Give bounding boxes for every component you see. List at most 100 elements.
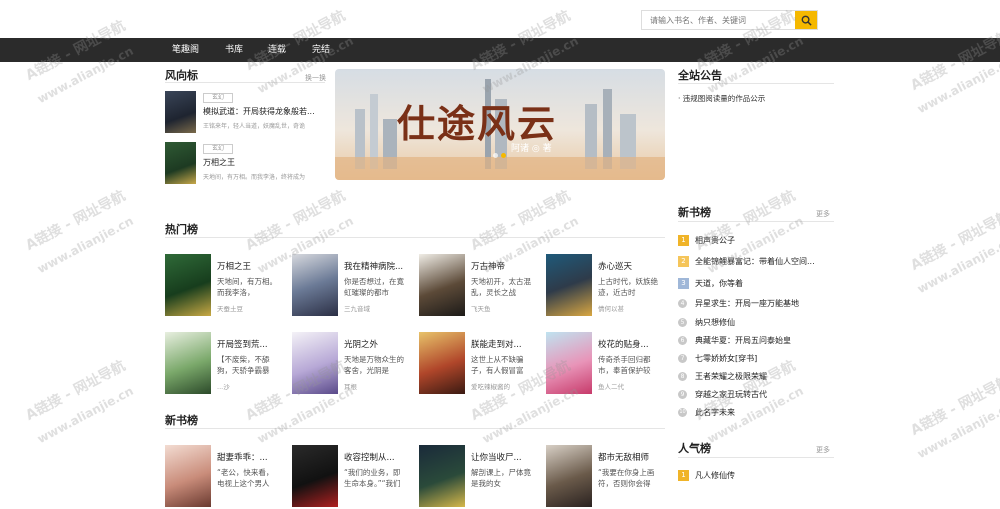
book-title[interactable]: 收容控制从... xyxy=(344,451,416,463)
new-book[interactable]: 都市无敌相师 “我要在你身上画符，否则你会得 xyxy=(546,445,671,509)
book-title[interactable]: 万古神帝 xyxy=(471,260,543,272)
book-cover[interactable] xyxy=(546,445,592,507)
book-author[interactable]: 耳根 xyxy=(344,381,357,391)
fengxiang-item[interactable]: 玄幻 模拟武道：开局获得龙象般若... 王铭来年，轻人当道，妖魔乱世，奇诡 xyxy=(165,91,325,135)
hot-book[interactable]: 朕能走到对... 这世上从不缺骗子，有人假冒富 爱吃辣椒酱的 xyxy=(419,332,544,396)
book-cover[interactable] xyxy=(546,254,592,316)
rank-title[interactable]: 王者荣耀之极限荣耀 xyxy=(695,371,833,382)
rank-title[interactable]: 七零娇娇女[穿书] xyxy=(695,353,833,364)
book-author[interactable]: 天蚕土豆 xyxy=(217,303,243,313)
top-header xyxy=(0,0,1000,38)
featured-banner[interactable]: 仕途风云 阿诸 ◎ 著 xyxy=(335,69,665,180)
search-button[interactable] xyxy=(795,11,817,29)
hot-title: 热门榜 xyxy=(165,223,198,236)
rank-item[interactable]: 9 穿越之家丑玩转古代 xyxy=(678,387,833,401)
book-author[interactable]: 三九音域 xyxy=(344,303,370,313)
watermark-text: A链接 - 网址导航 xyxy=(23,357,129,424)
book-cover[interactable] xyxy=(292,332,338,394)
nav-item-home[interactable]: 笔趣阁 xyxy=(172,38,199,62)
new-book[interactable]: 收容控制从... “我们的业务，即生命本身。”“我们 xyxy=(292,445,417,509)
rank-title[interactable]: 凡人修仙传 xyxy=(695,470,833,481)
hot-book[interactable]: 万古神帝 天地初开，太古混乱，灵长之战 飞天鱼 xyxy=(419,254,544,318)
watermark-text: A链接 - 网址导航 xyxy=(908,207,1000,274)
nav-item-library[interactable]: 书库 xyxy=(225,38,243,62)
book-author[interactable]: ...沙 xyxy=(217,381,230,391)
book-cover[interactable] xyxy=(419,445,465,507)
rank-item[interactable]: 7 七零娇娇女[穿书] xyxy=(678,351,833,365)
carousel-dot-active[interactable] xyxy=(501,153,506,158)
book-title[interactable]: 模拟武道：开局获得龙象般若... xyxy=(203,106,323,117)
rank-title[interactable]: 典藏华夏：开局五问泰始皇 xyxy=(695,335,833,346)
rank-title[interactable]: 天道，你等着 xyxy=(695,278,833,289)
book-cover[interactable] xyxy=(292,445,338,507)
book-cover[interactable] xyxy=(165,142,196,184)
hot-book[interactable]: 我在精神病院... 你是否想过，在寛虹璀璨的都市 三九音域 xyxy=(292,254,417,318)
banner-author: 阿诸 ◎ 著 xyxy=(511,144,552,154)
rank-title[interactable]: 相声贵公子 xyxy=(695,235,833,246)
book-title[interactable]: 校花的贴身... xyxy=(598,338,670,350)
book-author[interactable]: 鱼人二代 xyxy=(598,381,624,391)
book-desc: 上古时代，妖族绝迹，近古时 xyxy=(598,277,658,297)
rank-item[interactable]: 3 天道，你等着 xyxy=(678,276,833,290)
rank-title[interactable]: 异星求生：开局一座万能基地 xyxy=(695,298,833,309)
rank-item[interactable]: 2 全能锦鲤暴富记：带着仙人空间... xyxy=(678,254,833,268)
hot-book[interactable]: 赤心巡天 上古时代，妖族绝迹，近古时 情何以甚 xyxy=(546,254,671,318)
book-title[interactable]: 让你当收尸... xyxy=(471,451,543,463)
book-cover[interactable] xyxy=(165,91,196,133)
rank-item[interactable]: 5 纳只想修仙 xyxy=(678,315,833,329)
rank-title[interactable]: 纳只想修仙 xyxy=(695,317,833,328)
rank-number: 10 xyxy=(678,408,687,417)
rank-number: 6 xyxy=(678,336,687,345)
new-book[interactable]: 甜妻乖乖：... “老公，快来看，电视上这个男人 xyxy=(165,445,290,509)
hot-book[interactable]: 万相之王 天地间，有万相。而我李洛， 天蚕土豆 xyxy=(165,254,290,318)
rank-item[interactable]: 10 此名字未来 xyxy=(678,405,833,419)
divider xyxy=(165,428,665,429)
book-desc: 王铭来年，轻人当道，妖魔乱世，奇诡 xyxy=(203,123,306,130)
rank-item[interactable]: 1 相声贵公子 xyxy=(678,233,833,247)
fengxiang-item[interactable]: 玄幻 万相之王 天地间，有万相。而我李洛，终将成为 xyxy=(165,142,325,186)
rank-title[interactable]: 全能锦鲤暴富记：带着仙人空间... xyxy=(695,256,833,267)
book-title[interactable]: 万相之王 xyxy=(203,157,323,168)
popular-more-link[interactable]: 更多 xyxy=(816,445,830,455)
book-title[interactable]: 甜妻乖乖：... xyxy=(217,451,289,463)
search-input[interactable] xyxy=(642,11,796,29)
book-desc: 天地间，有万相。而我李洛，终将成为 xyxy=(203,174,306,181)
hot-book[interactable]: 光阴之外 天地是万物众生的客舍，光阴是 耳根 xyxy=(292,332,417,396)
announcement-item[interactable]: · 违规图阅读量的作品公示 xyxy=(678,93,765,104)
book-cover[interactable] xyxy=(165,445,211,507)
book-title[interactable]: 赤心巡天 xyxy=(598,260,670,272)
new-book[interactable]: 让你当收尸... 解剖课上，尸体竟是我的女 xyxy=(419,445,544,509)
book-cover[interactable] xyxy=(419,254,465,316)
book-author[interactable]: 爱吃辣椒酱的 xyxy=(471,381,510,391)
hot-book[interactable]: 开局签到荒... 【不废柴，不舔狗，天骄争霸暴 ...沙 xyxy=(165,332,290,396)
hot-book[interactable]: 校花的贴身... 传奇杀手回归都市，奉首保护较 鱼人二代 xyxy=(546,332,671,396)
rank-item[interactable]: 4 异星求生：开局一座万能基地 xyxy=(678,296,833,310)
book-title[interactable]: 万相之王 xyxy=(217,260,289,272)
rank-title[interactable]: 此名字未来 xyxy=(695,407,833,418)
rank-item[interactable]: 1 凡人修仙传 xyxy=(678,468,833,482)
book-title[interactable]: 我在精神病院... xyxy=(344,260,416,272)
book-author[interactable]: 飞天鱼 xyxy=(471,303,491,313)
newrank-more-link[interactable]: 更多 xyxy=(816,209,830,219)
newbooks-title: 新书榜 xyxy=(165,414,198,427)
book-cover[interactable] xyxy=(165,332,211,394)
book-cover[interactable] xyxy=(419,332,465,394)
nav-item-serial[interactable]: 连载 xyxy=(268,38,286,62)
rank-number: 5 xyxy=(678,318,687,327)
book-title[interactable]: 都市无敌相师 xyxy=(598,451,670,463)
book-cover[interactable] xyxy=(165,254,211,316)
rank-title[interactable]: 穿越之家丑玩转古代 xyxy=(695,389,833,400)
book-author[interactable]: 情何以甚 xyxy=(598,303,624,313)
divider xyxy=(165,82,325,83)
book-desc: “我们的业务，即生命本身。”“我们 xyxy=(344,468,401,488)
book-cover[interactable] xyxy=(292,254,338,316)
carousel-dot[interactable] xyxy=(493,153,498,158)
book-title[interactable]: 朕能走到对... xyxy=(471,338,543,350)
book-desc: 你是否想过，在寛虹璀璨的都市 xyxy=(344,277,404,297)
book-title[interactable]: 开局签到荒... xyxy=(217,338,289,350)
rank-item[interactable]: 6 典藏华夏：开局五问泰始皇 xyxy=(678,333,833,347)
rank-item[interactable]: 8 王者荣耀之极限荣耀 xyxy=(678,369,833,383)
book-cover[interactable] xyxy=(546,332,592,394)
nav-item-finished[interactable]: 完结 xyxy=(312,38,330,62)
book-title[interactable]: 光阴之外 xyxy=(344,338,416,350)
